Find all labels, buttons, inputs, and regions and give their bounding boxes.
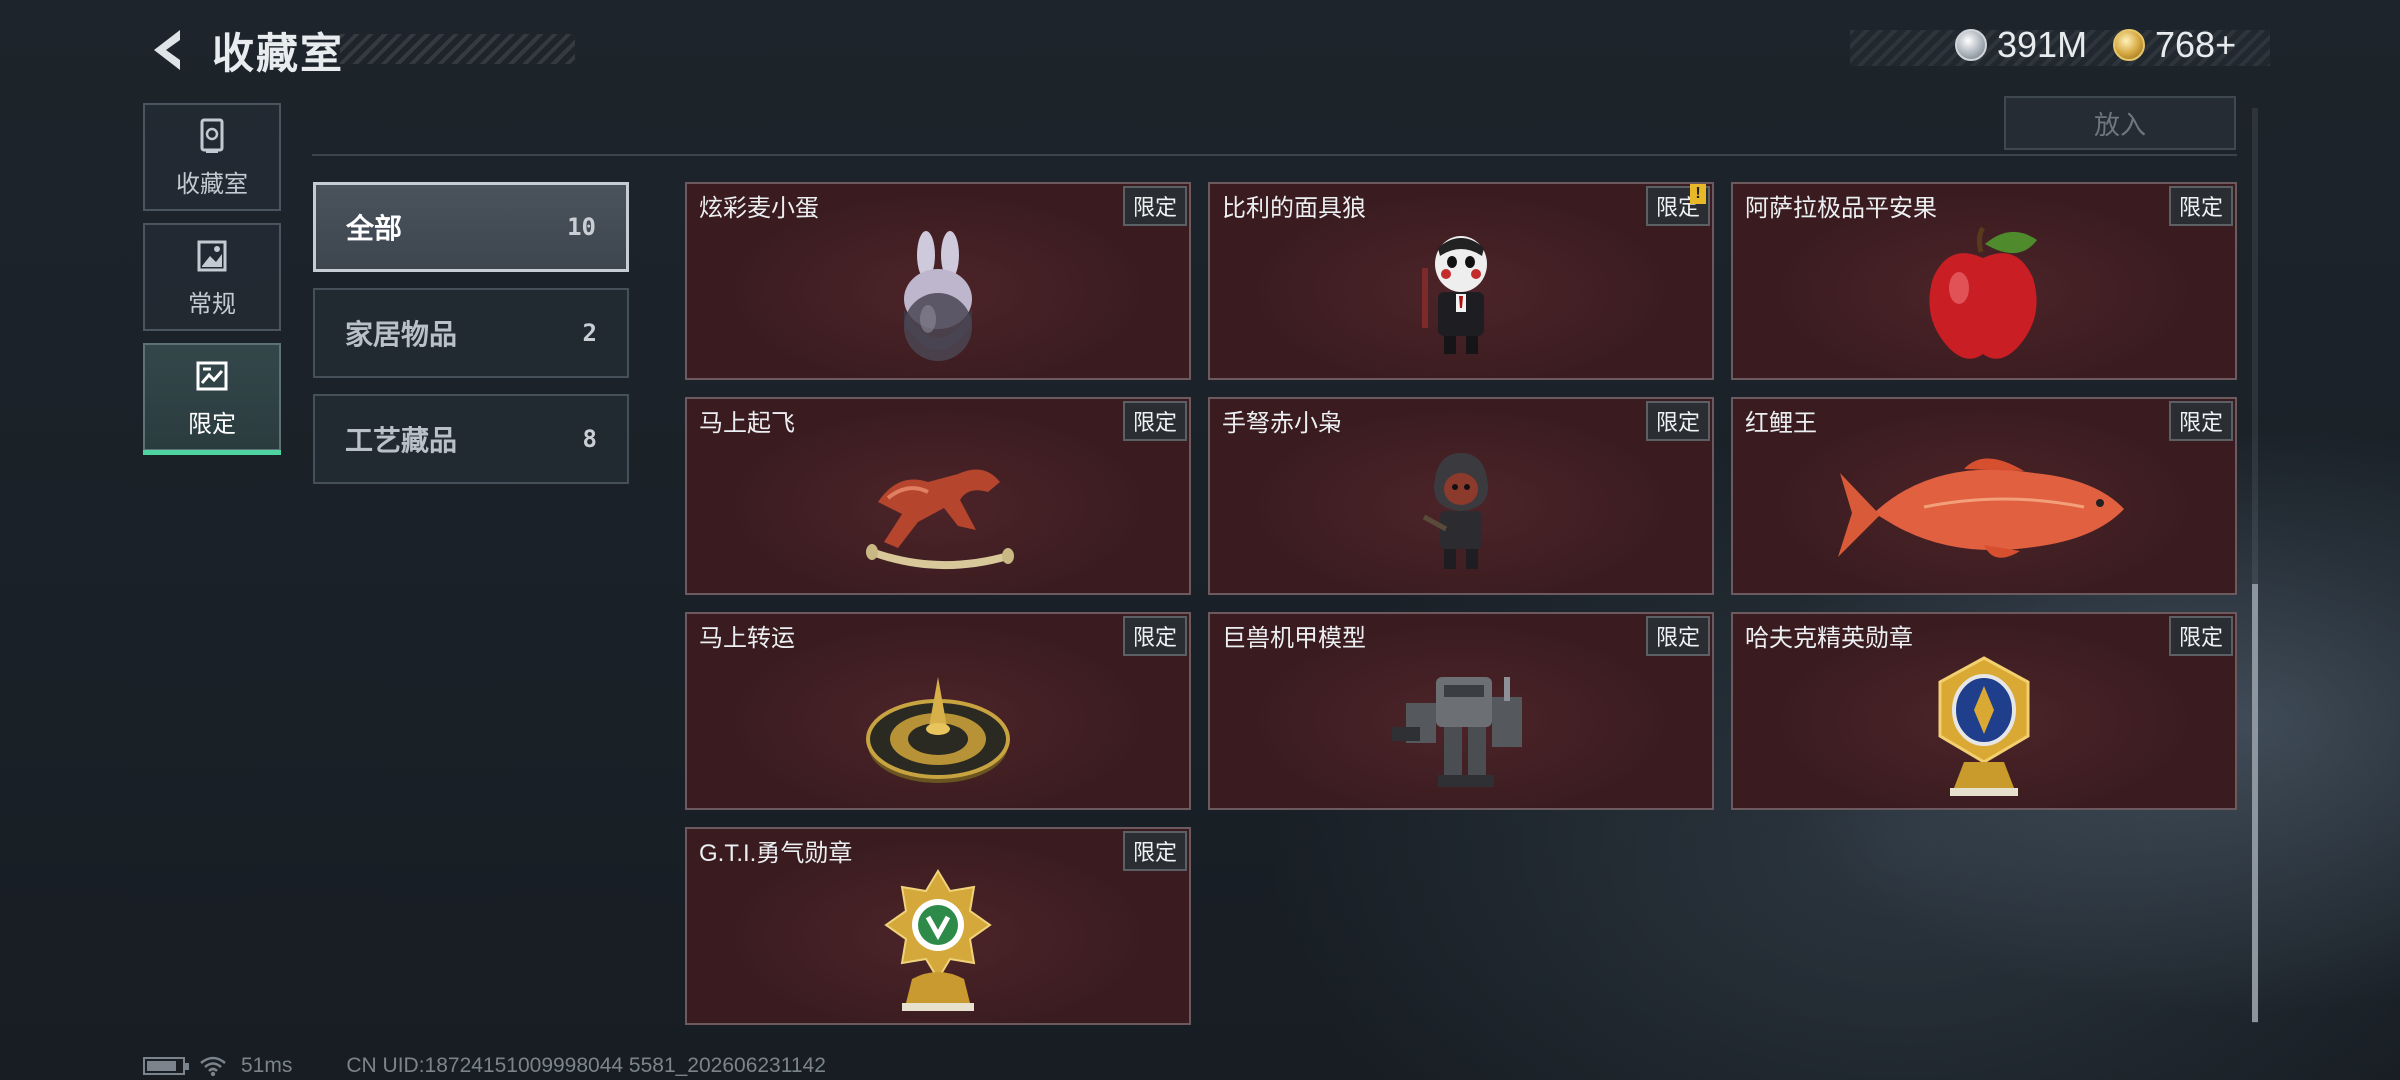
alert-icon: ! bbox=[1690, 184, 1706, 204]
card-name: 红鲤王 bbox=[1745, 410, 1817, 437]
collection-grid: 炫彩麦小蛋 限定 比利的面具狼 限定 ! 阿萨拉极品平安果 限定 马上起飞 限定… bbox=[685, 182, 2237, 1025]
red-apple-icon bbox=[1929, 226, 2037, 359]
limited-badge: 限定 bbox=[1122, 401, 1187, 441]
rail-item-label: 常规 bbox=[188, 290, 236, 318]
header: 收藏室 391M 768+ bbox=[0, 0, 2400, 100]
rail-item-regular[interactable]: 常规 bbox=[143, 223, 281, 331]
title-decoration bbox=[340, 34, 575, 64]
left-rail: 收藏室 常规 限定 bbox=[143, 103, 281, 463]
gold-coin-icon bbox=[2113, 29, 2145, 61]
collection-card[interactable]: 阿萨拉极品平安果 限定 bbox=[1731, 182, 2237, 380]
rail-item-label: 限定 bbox=[188, 410, 236, 438]
card-name: 巨兽机甲模型 bbox=[1222, 625, 1366, 652]
collection-card[interactable]: 巨兽机甲模型 限定 bbox=[1208, 612, 1714, 810]
limited-badge: 限定 bbox=[2168, 186, 2233, 226]
filter-count: 2 bbox=[582, 319, 597, 347]
category-filters: 全部 10 家居物品 2 工艺藏品 8 bbox=[313, 182, 629, 500]
limited-frame-icon bbox=[196, 361, 228, 390]
filter-crafts[interactable]: 工艺藏品 8 bbox=[313, 394, 629, 484]
filter-count: 8 bbox=[582, 425, 597, 453]
filter-all[interactable]: 全部 10 bbox=[313, 182, 629, 272]
rail-item-label: 收藏室 bbox=[176, 170, 248, 198]
silver-coin-icon bbox=[1955, 29, 1987, 61]
back-arrow-icon bbox=[154, 30, 180, 70]
limited-badge: 限定 bbox=[1645, 401, 1710, 441]
card-name: 炫彩麦小蛋 bbox=[699, 195, 819, 222]
card-name: 马上起飞 bbox=[699, 410, 795, 437]
uid-text: CN UID:18724151009998044 5581_2026062311… bbox=[346, 1054, 826, 1077]
collection-card[interactable]: G.T.I.勇气勋章 限定 bbox=[685, 827, 1191, 1025]
status-footer: 51ms CN UID:18724151009998044 5581_20260… bbox=[143, 1054, 826, 1078]
back-button[interactable] bbox=[140, 22, 196, 78]
currency-silver[interactable]: 391M bbox=[1955, 24, 2087, 66]
card-name: 马上转运 bbox=[699, 625, 795, 652]
limited-badge: 限定 bbox=[1122, 186, 1187, 226]
filter-label: 家居物品 bbox=[345, 319, 458, 350]
page-title: 收藏室 bbox=[212, 30, 345, 77]
latency-text: 51ms bbox=[241, 1054, 293, 1077]
collection-card[interactable]: 炫彩麦小蛋 限定 bbox=[685, 182, 1191, 380]
battery-icon bbox=[143, 1057, 189, 1075]
card-name: 手弩赤小枭 bbox=[1222, 410, 1342, 437]
battery-level bbox=[147, 1061, 176, 1071]
card-name: 比利的面具狼 bbox=[1222, 195, 1366, 222]
filter-count: 10 bbox=[567, 213, 596, 241]
hooded-figurine-icon bbox=[1422, 452, 1488, 569]
rail-item-limited[interactable]: 限定 bbox=[143, 343, 281, 455]
masked-doll-figurine-icon bbox=[1422, 235, 1487, 354]
wifi-icon bbox=[200, 1056, 226, 1077]
red-carp-icon bbox=[1838, 457, 2124, 558]
limited-badge: 限定 bbox=[1122, 831, 1187, 871]
limited-badge: 限定 bbox=[2168, 616, 2233, 656]
currency-amount: 768+ bbox=[2155, 24, 2237, 65]
vault-icon bbox=[200, 118, 224, 153]
rabbit-egg-figurine-icon bbox=[904, 230, 972, 361]
collection-card[interactable]: 马上转运 限定 bbox=[685, 612, 1191, 810]
scrollbar-thumb[interactable] bbox=[2252, 584, 2258, 1022]
filter-label: 全部 bbox=[346, 213, 403, 244]
limited-badge: 限定 bbox=[2168, 401, 2233, 441]
blue-gold-medal-icon bbox=[1938, 655, 2030, 796]
rail-item-collection-room[interactable]: 收藏室 bbox=[143, 103, 281, 211]
card-name: G.T.I.勇气勋章 bbox=[699, 840, 853, 867]
picture-icon bbox=[197, 240, 227, 271]
red-horse-sculpture-icon bbox=[866, 469, 1014, 569]
card-name: 哈夫克精英勋章 bbox=[1745, 625, 1913, 652]
filter-home-items[interactable]: 家居物品 2 bbox=[313, 288, 629, 378]
collection-card[interactable]: 马上起飞 限定 bbox=[685, 397, 1191, 595]
filter-label: 工艺藏品 bbox=[345, 425, 458, 456]
limited-badge: 限定 bbox=[1122, 616, 1187, 656]
mech-model-icon bbox=[1392, 676, 1522, 787]
top-strip bbox=[312, 90, 2237, 156]
collection-card[interactable]: 手弩赤小枭 限定 bbox=[1208, 397, 1714, 595]
golden-compass-disc-icon bbox=[866, 676, 1010, 783]
green-gold-medal-icon bbox=[884, 868, 992, 1011]
collection-card[interactable]: 红鲤王 限定 bbox=[1731, 397, 2237, 595]
collection-card[interactable]: 比利的面具狼 限定 ! bbox=[1208, 182, 1714, 380]
currency-amount: 391M bbox=[1997, 24, 2088, 65]
limited-badge: 限定 bbox=[1645, 616, 1710, 656]
card-name: 阿萨拉极品平安果 bbox=[1745, 195, 1937, 222]
currency-gold[interactable]: 768+ bbox=[2113, 24, 2236, 66]
put-in-button[interactable]: 放入 bbox=[2004, 96, 2236, 150]
collection-card[interactable]: 哈夫克精英勋章 限定 bbox=[1731, 612, 2237, 810]
